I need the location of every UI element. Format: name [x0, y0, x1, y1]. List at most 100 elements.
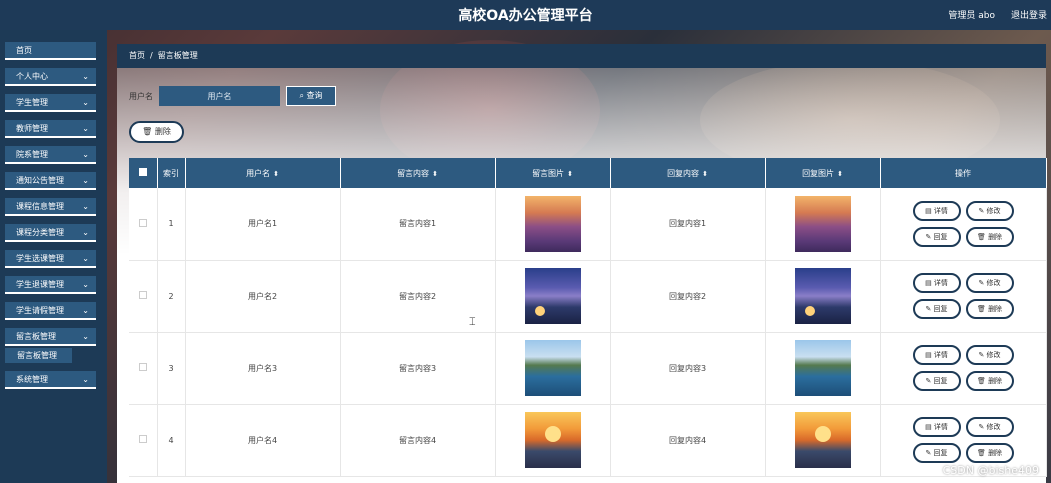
reply-button[interactable]: ✎ 回复: [912, 299, 961, 319]
edit-button[interactable]: ✎ 修改: [965, 345, 1014, 365]
document-icon: ▤: [925, 279, 932, 287]
breadcrumb-home[interactable]: 首页: [129, 51, 145, 60]
reply-button[interactable]: ✎ 回复: [912, 443, 961, 463]
image-cell: [495, 188, 611, 261]
message-image[interactable]: [524, 268, 581, 324]
column-header-content[interactable]: 留言内容 ⬍: [340, 158, 496, 188]
bulk-delete-label: 删除: [154, 127, 171, 136]
edit-button[interactable]: ✎ 修改: [965, 200, 1014, 221]
sidebar-item-message-board-management[interactable]: 留言板管理 ⌄: [5, 328, 96, 346]
detail-button[interactable]: ▤ 详情: [912, 345, 961, 365]
logout-link[interactable]: 退出登录: [1011, 8, 1047, 21]
select-all-checkbox[interactable]: [138, 168, 147, 176]
sidebar-item-label: 首页: [16, 46, 32, 55]
column-header-reply[interactable]: 回复内容 ⬍: [610, 158, 766, 188]
sidebar-item-department-management[interactable]: 院系管理 ⌄: [5, 146, 96, 164]
reply-button[interactable]: ✎ 回复: [912, 371, 961, 391]
pencil-icon: ✎: [978, 279, 985, 287]
column-header-image[interactable]: 留言图片 ⬍: [495, 158, 611, 188]
reply-button[interactable]: ✎ 回复: [912, 226, 961, 247]
reply-cell: 回复内容1: [610, 188, 766, 261]
pencil-icon: ✎: [978, 351, 985, 359]
sidebar-subitem-message-board[interactable]: 留言板管理: [5, 348, 72, 363]
table-row: 3 用户名3 留言内容3 回复内容3 ▤ 详情 ✎ 修改 ✎ 回复 🗑 删除: [129, 332, 1047, 405]
row-checkbox[interactable]: [138, 435, 147, 443]
reply-image[interactable]: [794, 195, 851, 252]
delete-button[interactable]: 🗑 删除: [965, 371, 1014, 391]
sidebar-item-student-management[interactable]: 学生管理 ⌄: [5, 94, 96, 112]
column-header-index: 索引: [157, 158, 186, 188]
column-header-username[interactable]: 用户名 ⬍: [185, 158, 341, 188]
column-header-label: 留言内容: [397, 168, 430, 178]
sidebar-item-personal-center[interactable]: 个人中心 ⌄: [5, 68, 96, 86]
content-area: 用户名 ⌕ 查询 🗑 删除 索引 用户名⬍ 留言内容⬍ 留言图片⬍ 回复内容⬍ …: [117, 68, 1047, 483]
sidebar-item-notice-management[interactable]: 通知公告管理 ⌄: [5, 172, 96, 190]
sidebar-item-course-withdrawal-management[interactable]: 学生退课管理 ⌄: [5, 276, 96, 294]
row-checkbox[interactable]: [138, 363, 147, 371]
column-header-label: 回复图片: [802, 168, 835, 178]
sidebar-item-teacher-management[interactable]: 教师管理 ⌄: [5, 120, 96, 138]
reply-image[interactable]: [794, 412, 851, 468]
row-select-cell: [129, 332, 158, 405]
reply-image[interactable]: [794, 268, 851, 324]
delete-button[interactable]: 🗑 删除: [965, 226, 1014, 247]
sidebar-item-system-management[interactable]: 系统管理 ⌄: [5, 371, 96, 389]
message-image[interactable]: [524, 412, 581, 468]
sidebar-item-course-selection-management[interactable]: 学生选课管理 ⌄: [5, 250, 96, 268]
sidebar-item-label: 通知公告管理: [16, 176, 64, 185]
sidebar-item-home[interactable]: 首页: [5, 42, 96, 60]
reply-image[interactable]: [794, 340, 851, 396]
mouse-cursor-icon: ⌶: [469, 315, 476, 328]
message-image[interactable]: [524, 340, 581, 396]
detail-button[interactable]: ▤ 详情: [912, 200, 961, 221]
pencil-icon: ✎: [925, 305, 932, 313]
image-cell: [495, 260, 611, 333]
edit-button[interactable]: ✎ 修改: [965, 417, 1014, 437]
chevron-down-icon: ⌄: [82, 202, 89, 211]
detail-label: 详情: [933, 423, 948, 431]
username-cell: 用户名2: [185, 260, 341, 333]
row-actions: ▤ 详情 ✎ 修改 ✎ 回复 🗑 删除: [881, 273, 1046, 319]
detail-button[interactable]: ▤ 详情: [912, 273, 961, 293]
breadcrumb-current: 留言板管理: [157, 51, 198, 60]
username-cell: 用户名3: [185, 332, 341, 405]
sidebar-item-label: 个人中心: [16, 72, 48, 81]
row-checkbox[interactable]: [138, 218, 147, 227]
sidebar-item-leave-management[interactable]: 学生请假管理 ⌄: [5, 302, 96, 320]
chevron-down-icon: ⌄: [82, 150, 89, 159]
sidebar-item-course-category-management[interactable]: 课程分类管理 ⌄: [5, 224, 96, 242]
detail-button[interactable]: ▤ 详情: [912, 417, 961, 437]
username-cell: 用户名1: [185, 188, 341, 261]
sort-icon: ⬍: [837, 169, 843, 178]
column-header-reply-image[interactable]: 回复图片 ⬍: [765, 158, 881, 188]
sidebar-item-label: 留言板管理: [16, 332, 56, 341]
document-icon: ▤: [925, 351, 932, 359]
edit-label: 修改: [986, 351, 1001, 359]
trash-icon: 🗑: [142, 127, 153, 136]
index-cell: 3: [157, 332, 186, 405]
sort-icon: ⬍: [273, 169, 279, 178]
column-header-actions: 操作: [880, 158, 1047, 188]
delete-button[interactable]: 🗑 删除: [965, 299, 1014, 319]
content-cell: 留言内容1: [340, 188, 496, 261]
actions-cell: ▤ 详情 ✎ 修改 ✎ 回复 🗑 删除: [880, 332, 1047, 405]
sidebar-item-label: 院系管理: [16, 150, 48, 159]
message-image[interactable]: [524, 195, 581, 252]
delete-button[interactable]: 🗑 删除: [965, 443, 1014, 463]
image-cell: [495, 404, 611, 477]
row-checkbox[interactable]: [138, 291, 147, 299]
sidebar-item-course-info-management[interactable]: 课程信息管理 ⌄: [5, 198, 96, 216]
column-header-label: 用户名: [246, 168, 271, 178]
edit-button[interactable]: ✎ 修改: [965, 273, 1014, 293]
bulk-delete-button[interactable]: 🗑 删除: [129, 121, 184, 143]
index-cell: 4: [157, 404, 186, 477]
delete-label: 删除: [988, 377, 1003, 385]
reply-image-cell: [765, 260, 881, 333]
delete-label: 删除: [988, 449, 1003, 457]
table-row: 4 用户名4 留言内容4 回复内容4 ▤ 详情 ✎ 修改 ✎ 回复 🗑 删除: [129, 404, 1047, 477]
sort-icon: ⬍: [432, 169, 438, 178]
delete-label: 删除: [988, 232, 1003, 241]
sort-icon: ⬍: [567, 169, 573, 178]
search-button[interactable]: ⌕ 查询: [286, 86, 336, 106]
username-search-input[interactable]: [159, 86, 280, 106]
